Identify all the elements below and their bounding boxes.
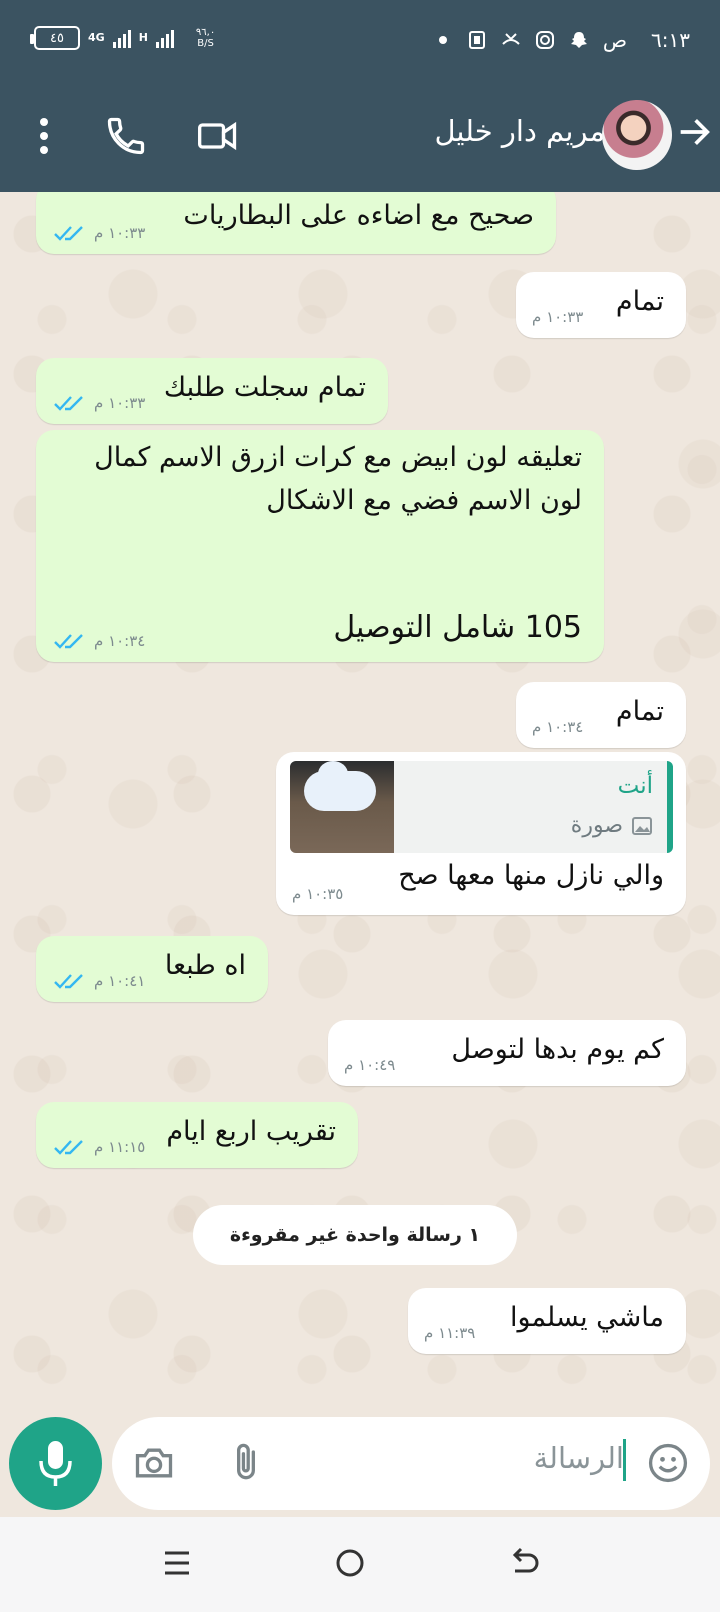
message-meta: ١٠:٣٣ م bbox=[54, 394, 145, 412]
message-time: ١٠:٤٩ م bbox=[344, 1056, 396, 1074]
message-text: صحيح مع اضاءه على البطاريات bbox=[183, 200, 534, 231]
ampm: ص bbox=[602, 28, 628, 52]
message-meta: ١٠:٤٩ م bbox=[344, 1056, 395, 1074]
status-right: ص ٦:١٣ bbox=[433, 28, 690, 52]
message-text: اه طبعا bbox=[164, 950, 246, 981]
double-check-icon bbox=[54, 396, 83, 411]
message-meta: ١٠:٣٥ م bbox=[292, 885, 343, 903]
battery-icon: ٤٥ bbox=[30, 26, 80, 50]
network-sub: H bbox=[138, 31, 148, 44]
composer-bar: الرسالة bbox=[0, 1417, 720, 1517]
message-meta: ١٠:٣٤ م bbox=[54, 632, 145, 650]
status-bar: ٤٥ 4G H ٩٦,٠ B/S ص ٦:١٣ bbox=[0, 22, 720, 62]
signal-icon bbox=[112, 28, 131, 48]
quoted-image-thumbnail bbox=[290, 761, 394, 853]
message-line-3: 105 شامل التوصيل bbox=[333, 610, 582, 645]
message-bubble[interactable]: اه طبعا ١٠:٤١ م bbox=[36, 936, 268, 1002]
message-input[interactable]: الرسالة bbox=[112, 1417, 710, 1510]
more-vert-icon[interactable] bbox=[22, 114, 66, 158]
message-meta: ١١:٣٩ م bbox=[424, 1324, 475, 1342]
message-meta: ١٠:٣٣ م bbox=[54, 224, 145, 242]
quoted-type: صورة bbox=[571, 813, 653, 838]
double-check-icon bbox=[54, 226, 83, 241]
quoted-sender: أنت bbox=[617, 773, 653, 799]
snapchat-icon bbox=[569, 30, 589, 50]
message-placeholder: الرسالة bbox=[533, 1441, 624, 1475]
signal-icon-2 bbox=[155, 28, 174, 48]
message-text: تمام سجلت طلبك bbox=[163, 372, 366, 403]
message-bubble-reply[interactable]: أنت صورة والي نازل منها معها صح ١٠:٣٥ م bbox=[276, 752, 686, 915]
message-time: ١٠:٣٤ م bbox=[94, 632, 146, 650]
double-check-icon bbox=[54, 974, 83, 989]
image-icon bbox=[632, 816, 652, 835]
unread-banner: ١ رسالة واحدة غير مقروءة bbox=[193, 1205, 517, 1265]
home-nav-icon[interactable] bbox=[328, 1541, 372, 1585]
message-time: ١٠:٣٥ م bbox=[292, 885, 344, 903]
message-bubble[interactable]: تقريب اربع ايام ١١:١٥ م bbox=[36, 1102, 358, 1168]
back-nav-icon[interactable] bbox=[503, 1541, 547, 1585]
message-time: ١٠:٣٤ م bbox=[532, 718, 584, 736]
message-bubble[interactable]: صحيح مع اضاءه على البطاريات ١٠:٣٣ م bbox=[36, 192, 556, 254]
toolbar: مريم دار خليل bbox=[0, 92, 720, 178]
net-speed-value: ٩٦,٠ bbox=[195, 27, 216, 38]
message-bubble[interactable]: ماشي يسلموا ١١:٣٩ م bbox=[408, 1288, 686, 1354]
net-speed: ٩٦,٠ B/S bbox=[196, 27, 215, 49]
message-meta: ١١:١٥ م bbox=[54, 1138, 145, 1156]
message-text: تمام bbox=[615, 286, 664, 317]
message-text: كم يوم بدها لتوصل bbox=[451, 1034, 664, 1065]
message-bubble[interactable]: تعليقه لون ابيض مع كرات ازرق الاسم كمال … bbox=[36, 430, 604, 662]
instagram-icon bbox=[535, 30, 555, 50]
status-left: ٤٥ 4G H ٩٦,٠ B/S bbox=[30, 26, 215, 50]
emoji-icon[interactable] bbox=[646, 1441, 690, 1485]
message-bubble[interactable]: تمام ١٠:٣٤ م bbox=[516, 682, 686, 748]
message-bubble[interactable]: كم يوم بدها لتوصل ١٠:٤٩ م bbox=[328, 1020, 686, 1086]
message-text: تقريب اربع ايام bbox=[166, 1116, 336, 1147]
message-bubble[interactable]: تمام ١٠:٣٣ م bbox=[516, 272, 686, 338]
back-arrow-icon[interactable] bbox=[674, 112, 714, 152]
double-check-icon bbox=[54, 1140, 83, 1155]
avatar[interactable] bbox=[602, 100, 672, 170]
message-text: ماشي يسلموا bbox=[510, 1302, 664, 1333]
missed-call-icon bbox=[501, 30, 521, 50]
message-time: ١٠:٣٣ م bbox=[94, 394, 146, 412]
message-time: ١٠:٣٣ م bbox=[532, 308, 584, 326]
double-check-icon bbox=[54, 634, 83, 649]
message-text: والي نازل منها معها صح bbox=[398, 860, 664, 891]
attach-icon[interactable] bbox=[224, 1441, 268, 1485]
message-meta: ١٠:٣٣ م bbox=[532, 308, 583, 326]
message-time: ١١:١٥ م bbox=[94, 1138, 146, 1156]
sim-icon bbox=[467, 30, 487, 50]
quoted-type-label: صورة bbox=[570, 813, 623, 838]
message-line-2: لون الاسم فضي مع الاشكال bbox=[266, 485, 582, 516]
message-time: ١٠:٤١ م bbox=[94, 972, 146, 990]
network-type: 4G bbox=[88, 32, 105, 44]
system-nav-bar bbox=[0, 1517, 720, 1612]
message-time: ١٠:٣٣ م bbox=[94, 224, 146, 242]
contact-name[interactable]: مريم دار خليل bbox=[434, 114, 605, 148]
video-icon[interactable] bbox=[196, 114, 240, 158]
message-time: ١١:٣٩ م bbox=[424, 1324, 476, 1342]
network-type-label: 4G bbox=[88, 31, 105, 44]
camera-icon[interactable] bbox=[132, 1441, 176, 1485]
mic-icon bbox=[39, 1441, 72, 1486]
message-bubble[interactable]: تمام سجلت طلبك ١٠:٣٣ م bbox=[36, 358, 388, 424]
mic-button[interactable] bbox=[9, 1417, 102, 1510]
menu-nav-icon[interactable] bbox=[155, 1541, 199, 1585]
chat-area[interactable]: صحيح مع اضاءه على البطاريات ١٠:٣٣ م تمام… bbox=[0, 192, 720, 1417]
message-meta: ١٠:٣٤ م bbox=[532, 718, 583, 736]
message-text: تمام bbox=[615, 696, 664, 727]
net-speed-unit: B/S bbox=[197, 38, 214, 49]
chat-header: ٤٥ 4G H ٩٦,٠ B/S ص ٦:١٣ مريم دار خليل bbox=[0, 0, 720, 192]
battery-level: ٤٥ bbox=[50, 30, 64, 46]
message-line-1: تعليقه لون ابيض مع كرات ازرق الاسم كمال bbox=[94, 442, 582, 473]
dot-icon bbox=[433, 30, 453, 50]
clock: ٦:١٣ bbox=[651, 28, 690, 52]
phone-icon[interactable] bbox=[104, 114, 148, 158]
quoted-message[interactable]: أنت صورة bbox=[290, 761, 673, 853]
message-meta: ١٠:٤١ م bbox=[54, 972, 145, 990]
